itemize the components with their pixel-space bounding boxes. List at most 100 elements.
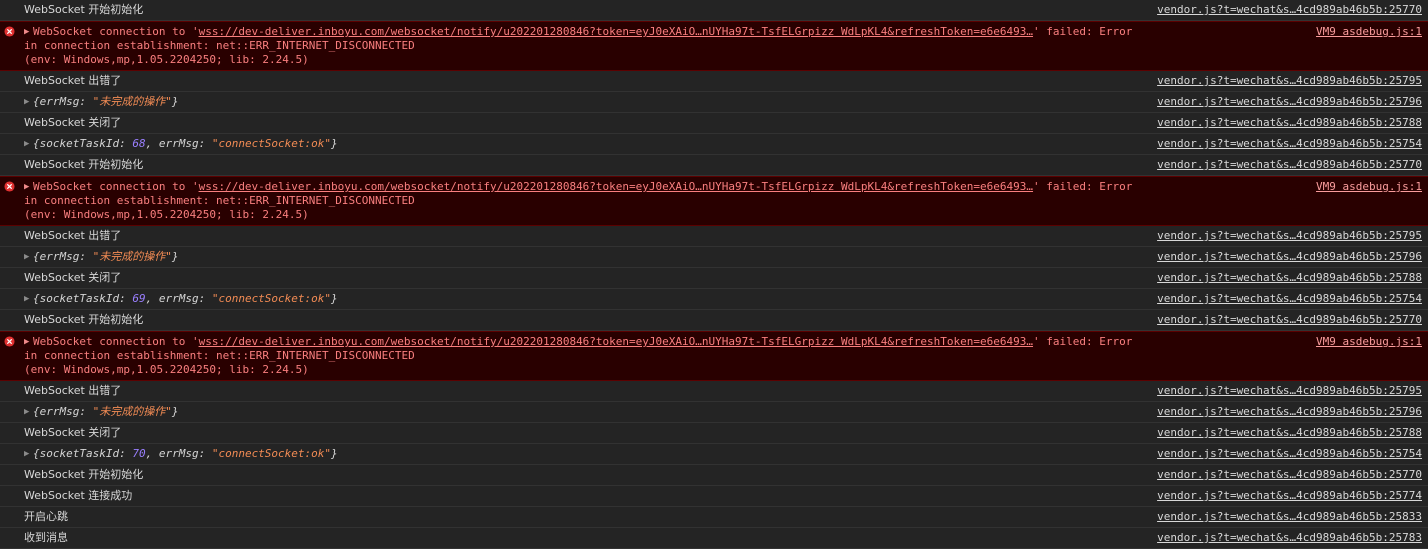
expand-triangle-icon[interactable]: ▶ — [24, 250, 33, 264]
console-message-row[interactable]: WebSocket 关闭了 vendor.js?t=wechat&s…4cd989… — [0, 423, 1428, 444]
source-location-link[interactable]: vendor.js?t=wechat&s…4cd989ab46b5b:25770 — [1157, 3, 1422, 17]
console-message-row[interactable]: ▶ {socketTaskId: 69, errMsg: "connectSock… — [0, 289, 1428, 310]
object-token: , errMsg: — [145, 292, 212, 305]
source-location-link[interactable]: vendor.js?t=wechat&s…4cd989ab46b5b:25795 — [1157, 384, 1422, 398]
console-message-row[interactable]: WebSocket 开始初始化 vendor.js?t=wechat&s…4cd9… — [0, 155, 1428, 176]
source-location-link[interactable]: vendor.js?t=wechat&s…4cd989ab46b5b:25796 — [1157, 405, 1422, 419]
console-message-row[interactable]: ▶ {errMsg: "未完成的操作"} vendor.js?t=wechat&s…… — [0, 247, 1428, 268]
source-location-link[interactable]: vendor.js?t=wechat&s…4cd989ab46b5b:25754 — [1157, 137, 1422, 151]
console-message-row[interactable]: ▶ {errMsg: "未完成的操作"} vendor.js?t=wechat&s…… — [0, 92, 1428, 113]
expand-triangle-icon[interactable]: ▶ — [24, 25, 33, 39]
console-message-row[interactable]: WebSocket 出错了 vendor.js?t=wechat&s…4cd989… — [0, 381, 1428, 402]
object-token: "未完成的操作" — [92, 95, 172, 108]
expand-triangle-icon[interactable]: ▶ — [24, 447, 33, 461]
console-message-row[interactable]: WebSocket 出错了 vendor.js?t=wechat&s…4cd989… — [0, 71, 1428, 92]
websocket-url-link[interactable]: wss://dev-deliver.inboyu.com/websocket/n… — [199, 25, 1033, 38]
console-message-row[interactable]: WebSocket 关闭了 vendor.js?t=wechat&s…4cd989… — [0, 113, 1428, 134]
object-token: {errMsg: — [33, 95, 93, 108]
log-message-text: WebSocket 关闭了 — [24, 116, 122, 129]
console-message-row[interactable]: WebSocket 出错了 vendor.js?t=wechat&s…4cd989… — [0, 226, 1428, 247]
console-message-row[interactable]: WebSocket 开始初始化 vendor.js?t=wechat&s…4cd9… — [0, 0, 1428, 21]
object-token: } — [331, 292, 338, 305]
console-message-row[interactable]: ▶ {errMsg: "未完成的操作"} vendor.js?t=wechat&s…… — [0, 402, 1428, 423]
object-token: "connectSocket:ok" — [211, 447, 332, 460]
object-token: 69 — [132, 292, 146, 305]
console-message-row[interactable]: ▶ WebSocket connection to 'wss://dev-deli… — [0, 331, 1428, 381]
source-location-link[interactable]: vendor.js?t=wechat&s…4cd989ab46b5b:25770 — [1157, 158, 1422, 172]
source-location-link[interactable]: vendor.js?t=wechat&s…4cd989ab46b5b:25788 — [1157, 426, 1422, 440]
console-message-row[interactable]: ▶ {socketTaskId: 68, errMsg: "connectSock… — [0, 134, 1428, 155]
console-message-row[interactable]: ▶ WebSocket connection to 'wss://dev-deli… — [0, 21, 1428, 71]
object-token: {socketTaskId: — [33, 292, 133, 305]
object-preview[interactable]: {socketTaskId: 70, errMsg: "connectSocke… — [33, 447, 338, 460]
expand-triangle-icon[interactable]: ▶ — [24, 180, 33, 194]
source-location-link[interactable]: VM9 asdebug.js:1 — [1316, 25, 1422, 39]
error-circle-icon — [4, 26, 15, 37]
object-token: , errMsg: — [145, 447, 212, 460]
log-message-text: WebSocket 开始初始化 — [24, 158, 144, 171]
expand-triangle-icon[interactable]: ▶ — [24, 405, 33, 419]
console-message-row[interactable]: WebSocket 连接成功 vendor.js?t=wechat&s…4cd98… — [0, 486, 1428, 507]
object-token: } — [171, 405, 179, 418]
websocket-url-link[interactable]: wss://dev-deliver.inboyu.com/websocket/n… — [199, 335, 1033, 348]
expand-triangle-icon[interactable]: ▶ — [24, 95, 33, 109]
log-message-text: WebSocket 关闭了 — [24, 426, 122, 439]
expand-triangle-icon[interactable]: ▶ — [24, 292, 33, 306]
source-location-link[interactable]: vendor.js?t=wechat&s…4cd989ab46b5b:25795 — [1157, 74, 1422, 88]
object-token: "未完成的操作" — [92, 250, 172, 263]
object-token: 70 — [132, 447, 146, 460]
object-token: "connectSocket:ok" — [211, 137, 332, 150]
console-message-row[interactable]: WebSocket 开始初始化 vendor.js?t=wechat&s…4cd9… — [0, 310, 1428, 331]
console-message-row[interactable]: WebSocket 开始初始化 vendor.js?t=wechat&s…4cd9… — [0, 465, 1428, 486]
object-preview[interactable]: {socketTaskId: 69, errMsg: "connectSocke… — [33, 292, 338, 305]
log-message-text: WebSocket 开始初始化 — [24, 468, 144, 481]
log-message-text: WebSocket 出错了 — [24, 229, 122, 242]
console-message-row[interactable]: 收到消息 vendor.js?t=wechat&s…4cd989ab46b5b:2… — [0, 528, 1428, 549]
error-message-prefix: WebSocket connection to ' — [33, 25, 199, 38]
source-location-link[interactable]: vendor.js?t=wechat&s…4cd989ab46b5b:25754 — [1157, 447, 1422, 461]
console-message-row[interactable]: 开启心跳 vendor.js?t=wechat&s…4cd989ab46b5b:2… — [0, 507, 1428, 528]
source-location-link[interactable]: vendor.js?t=wechat&s…4cd989ab46b5b:25774 — [1157, 489, 1422, 503]
error-message-prefix: WebSocket connection to ' — [33, 180, 199, 193]
object-token: "未完成的操作" — [92, 405, 172, 418]
source-location-link[interactable]: VM9 asdebug.js:1 — [1316, 335, 1422, 349]
devtools-console-log-panel[interactable]: WebSocket 开始初始化 vendor.js?t=wechat&s…4cd9… — [0, 0, 1428, 549]
source-location-link[interactable]: VM9 asdebug.js:1 — [1316, 180, 1422, 194]
expand-triangle-icon[interactable]: ▶ — [24, 335, 33, 349]
error-message-prefix: WebSocket connection to ' — [33, 335, 199, 348]
console-message-row[interactable]: ▶ WebSocket connection to 'wss://dev-deli… — [0, 176, 1428, 226]
log-message-text: WebSocket 出错了 — [24, 384, 122, 397]
expand-triangle-icon[interactable]: ▶ — [24, 137, 33, 151]
log-message-text: 开启心跳 — [24, 510, 68, 523]
source-location-link[interactable]: vendor.js?t=wechat&s…4cd989ab46b5b:25754 — [1157, 292, 1422, 306]
object-token: {socketTaskId: — [33, 447, 133, 460]
object-token: {socketTaskId: — [33, 137, 133, 150]
log-message-text: WebSocket 出错了 — [24, 74, 122, 87]
error-circle-icon — [4, 336, 15, 347]
object-token: } — [331, 447, 338, 460]
object-preview[interactable]: {errMsg: "未完成的操作"} — [33, 405, 178, 418]
source-location-link[interactable]: vendor.js?t=wechat&s…4cd989ab46b5b:25795 — [1157, 229, 1422, 243]
object-preview[interactable]: {errMsg: "未完成的操作"} — [33, 250, 178, 263]
console-message-row[interactable]: WebSocket 关闭了 vendor.js?t=wechat&s…4cd989… — [0, 268, 1428, 289]
source-location-link[interactable]: vendor.js?t=wechat&s…4cd989ab46b5b:25796 — [1157, 95, 1422, 109]
websocket-url-link[interactable]: wss://dev-deliver.inboyu.com/websocket/n… — [199, 180, 1033, 193]
object-preview[interactable]: {errMsg: "未完成的操作"} — [33, 95, 178, 108]
object-token: } — [171, 250, 179, 263]
console-message-row[interactable]: ▶ {socketTaskId: 70, errMsg: "connectSock… — [0, 444, 1428, 465]
log-message-text: WebSocket 开始初始化 — [24, 3, 144, 16]
log-message-text: 收到消息 — [24, 531, 68, 544]
log-message-text: WebSocket 开始初始化 — [24, 313, 144, 326]
source-location-link[interactable]: vendor.js?t=wechat&s…4cd989ab46b5b:25788 — [1157, 116, 1422, 130]
source-location-link[interactable]: vendor.js?t=wechat&s…4cd989ab46b5b:25833 — [1157, 510, 1422, 524]
object-token: } — [331, 137, 338, 150]
source-location-link[interactable]: vendor.js?t=wechat&s…4cd989ab46b5b:25770 — [1157, 468, 1422, 482]
object-token: {errMsg: — [33, 250, 93, 263]
source-location-link[interactable]: vendor.js?t=wechat&s…4cd989ab46b5b:25783 — [1157, 531, 1422, 545]
source-location-link[interactable]: vendor.js?t=wechat&s…4cd989ab46b5b:25788 — [1157, 271, 1422, 285]
source-location-link[interactable]: vendor.js?t=wechat&s…4cd989ab46b5b:25796 — [1157, 250, 1422, 264]
source-location-link[interactable]: vendor.js?t=wechat&s…4cd989ab46b5b:25770 — [1157, 313, 1422, 327]
object-preview[interactable]: {socketTaskId: 68, errMsg: "connectSocke… — [33, 137, 338, 150]
error-circle-icon — [4, 181, 15, 192]
object-token: , errMsg: — [145, 137, 212, 150]
